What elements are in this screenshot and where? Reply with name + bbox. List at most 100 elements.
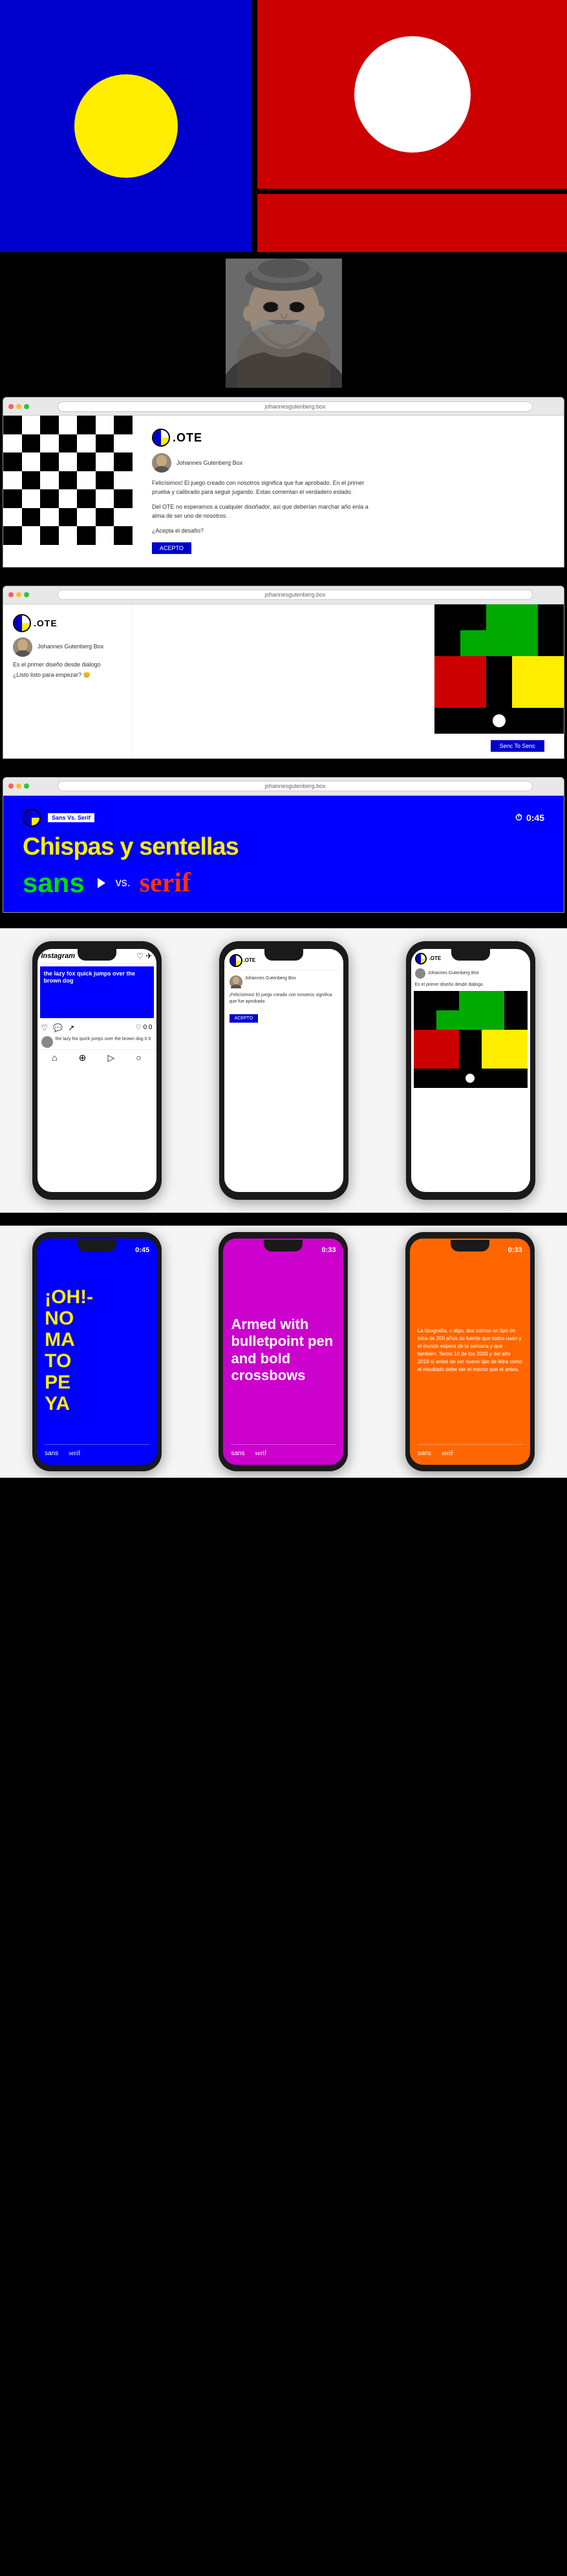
grid-brand-name: .OTE <box>429 955 442 961</box>
magenta-screen: 0:33 Armed with bulletpoint pen and bold… <box>223 1239 343 1465</box>
magenta-labels-row: sans serif <box>231 1444 336 1457</box>
browser-content-2: .OTE Johannes Gutenberg Box Es el prim <box>3 604 564 758</box>
checker-cell <box>59 508 78 527</box>
pcg-cell <box>459 1030 482 1049</box>
ig-search-icon[interactable]: ⊕ <box>79 1052 87 1063</box>
browser-dot-red[interactable] <box>8 404 14 409</box>
logo-yellow-grid <box>421 959 425 963</box>
instagram-logo: Instagram <box>41 952 76 960</box>
browser-dot-green[interactable] <box>24 404 29 409</box>
msg-aceptar-btn[interactable]: ACEPTO <box>230 1014 259 1023</box>
browser-dot-green-3[interactable] <box>24 783 29 789</box>
ig-profile-pic <box>41 1036 53 1048</box>
phone-notch-4 <box>78 1240 116 1251</box>
profile-row: Johannes Gutenberg Box <box>152 453 544 473</box>
phone-screen-2: .OTE Johannes Gutenberg Box <box>224 949 343 1192</box>
msg-brand: .OTE <box>244 957 256 963</box>
ig-blue-text: the lazy fox quick jumps over the brown … <box>44 970 150 985</box>
browser-url-3[interactable]: johannesgutenberg.box <box>58 781 533 791</box>
checker-cell <box>59 416 78 434</box>
logo-yellow-quarter-3 <box>32 818 39 825</box>
browser-dot-red-3[interactable] <box>8 783 14 789</box>
checker-cell <box>96 526 114 545</box>
grid-caption: Es el primer diseño desde diálogo <box>411 981 530 988</box>
browser-wrapper-3: johannesgutenberg.box Sans Vs. Serif ⏱ 0… <box>0 774 567 915</box>
profile-info-2: Johannes Gutenberg Box <box>37 643 103 651</box>
author-name-2: Johannes Gutenberg Box <box>37 643 103 651</box>
checker-cell <box>22 471 41 490</box>
browser-dot-yellow-2[interactable] <box>16 592 21 597</box>
orange-sans-label: sans <box>418 1450 431 1457</box>
checker-cell <box>3 416 22 434</box>
vs-label: vs. <box>116 876 131 889</box>
browser-3: johannesgutenberg.box Sans Vs. Serif ⏱ 0… <box>3 777 564 913</box>
sans-label: sans <box>23 868 85 899</box>
grid-cell <box>434 630 460 656</box>
sans-serif-tag[interactable]: Sans Vs. Serif <box>47 813 95 823</box>
checker-cell <box>114 471 133 490</box>
pcg-cell <box>414 1010 436 1030</box>
grid-profile-pic <box>415 968 425 979</box>
checker-cell <box>96 508 114 527</box>
phone-notch-5 <box>264 1240 303 1251</box>
browser-url-2[interactable]: johannesgutenberg.box <box>58 590 533 600</box>
checker-cell <box>3 489 22 508</box>
checker-cell <box>40 489 59 508</box>
grid-cell <box>512 682 538 708</box>
pcg-cell <box>436 991 459 1010</box>
magenta-text: Armed with bulletpoint pen and bold cros… <box>231 1316 336 1385</box>
timer-icon: ⏱ <box>515 812 522 823</box>
ig-home-icon[interactable]: ⌂ <box>52 1052 57 1063</box>
phone-blue-ohno: 0:45 ¡OH!-NOMATOPEYA sans serif <box>32 1232 162 1471</box>
browser-dot-red-2[interactable] <box>8 592 14 597</box>
ig-profile-row: the lazy fox quick jumps over the brown … <box>37 1035 156 1049</box>
browser-bar-3: johannesgutenberg.box <box>3 778 564 796</box>
message-text-2: Del OTE no esperamos a cualquier disoñad… <box>152 503 372 520</box>
phone-notch-2 <box>264 949 303 961</box>
send-button[interactable]: Senc To Senc <box>491 740 544 752</box>
ig-share-icon[interactable]: ↗ <box>68 1023 74 1032</box>
browser-dot-green-2[interactable] <box>24 592 29 597</box>
ig-nav-bar: ⌂ ⊕ ▷ ○ <box>37 1049 156 1066</box>
checker-cell <box>96 471 114 490</box>
pcg-cell <box>482 1010 504 1030</box>
checker-cell <box>40 508 59 527</box>
checker-cell <box>77 489 96 508</box>
msg-logo-area: .OTE <box>230 954 256 967</box>
aceptar-button[interactable]: ACEPTO <box>152 542 191 554</box>
ig-icons: ♡ ✈ <box>136 952 152 961</box>
black-divider-3 <box>0 915 567 928</box>
grid-cell <box>486 604 512 630</box>
ig-reel-icon[interactable]: ▷ <box>108 1052 115 1063</box>
logo-blue-grid <box>416 954 421 963</box>
caption-2: ¿Listo listo para empezar? 😊 <box>13 671 122 680</box>
white-dot <box>493 714 506 727</box>
browser-url-1[interactable]: johannesgutenberg.box <box>58 401 533 412</box>
browser1-right: .OTE Johannes Gutenberg Box F <box>133 416 564 567</box>
white-circle <box>354 36 471 153</box>
phone-screen-4: 0:45 ¡OH!-NOMATOPEYA sans serif <box>37 1239 157 1465</box>
mondrian-blue-left <box>0 0 252 252</box>
pcg-cell <box>436 1030 459 1049</box>
serif-label: serif <box>140 868 191 899</box>
msg-screen: .OTE Johannes Gutenberg Box <box>224 949 343 1028</box>
grid-cell <box>538 708 564 734</box>
phones-row-1: Instagram ♡ ✈ the lazy fox quick jumps o… <box>0 928 567 1213</box>
grid-cell <box>434 604 460 630</box>
browser-dot-yellow[interactable] <box>16 404 21 409</box>
ig-blue-area: the lazy fox quick jumps over the brown … <box>40 966 154 1018</box>
msg-info: Johannes Gutenberg Box <box>245 975 296 988</box>
checker-cell <box>22 452 41 471</box>
msg-content: ¡Felicísimos! El juego creado con nosotr… <box>230 992 338 1006</box>
phone-grid: .OTE Johannes Gutenberg Box Es el primer… <box>406 941 535 1200</box>
pcg-cell <box>414 1069 436 1088</box>
ig-profile-nav-icon[interactable]: ○ <box>136 1052 141 1063</box>
checker-cell <box>77 452 96 471</box>
grid-profile: Johannes Gutenberg Box <box>411 966 530 981</box>
ig-heart-icon[interactable]: ♡ <box>41 1023 48 1032</box>
browser-dot-yellow-3[interactable] <box>16 783 21 789</box>
author-name: Johannes Gutenberg Box <box>177 459 242 467</box>
checker-cell <box>96 489 114 508</box>
ig-comment-icon[interactable]: 💬 <box>53 1023 63 1032</box>
browser-content-1: .OTE Johannes Gutenberg Box F <box>3 416 564 567</box>
